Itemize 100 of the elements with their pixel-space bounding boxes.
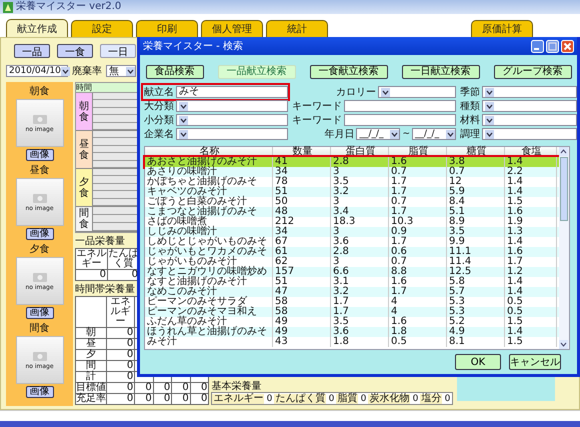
dropdown[interactable] (378, 86, 456, 98)
meal-time-rows (93, 131, 137, 168)
date-dropdown[interactable]: __/_/_ (412, 128, 456, 140)
dropdown[interactable] (482, 114, 577, 126)
field-label: カロリー (336, 86, 376, 99)
table-cell: 0.7 (389, 167, 447, 177)
table-cell: 1.2 (505, 267, 557, 277)
tab[interactable]: 献立作成 (6, 19, 68, 37)
image-icon (32, 272, 46, 282)
nutrient-value: 0 (266, 394, 274, 404)
table-cell: 0 (106, 372, 135, 382)
table-cell: 1.7 (389, 187, 447, 197)
dialog-button[interactable]: キャンセル (509, 354, 561, 370)
table-cell: 0 (153, 394, 172, 404)
input-field[interactable]: みそ (176, 86, 288, 98)
table-row[interactable]: なめこのみそ汁 47 3.2 1.7 5.7 1.4 (145, 287, 559, 297)
table-cell: 0.7 (447, 167, 505, 177)
table-cell: 0 (190, 394, 209, 404)
waste-label: 廃棄率 (72, 64, 102, 78)
search-tab[interactable]: グループ検索 (494, 65, 572, 79)
table-cell: 2.2 (505, 167, 557, 177)
table-cell: 5.3 (447, 307, 505, 317)
input-field[interactable] (344, 114, 456, 126)
image-button[interactable]: 画像 (26, 149, 54, 161)
maximize-icon[interactable] (546, 40, 559, 52)
close-icon[interactable] (561, 40, 574, 52)
scrollbar[interactable] (559, 147, 569, 349)
row-label: 昼 (76, 338, 106, 350)
column-header: エネルギー (76, 248, 108, 270)
image-icon (32, 350, 46, 360)
table-cell: 34 (273, 227, 331, 237)
dropdown[interactable] (176, 128, 288, 140)
tab[interactable]: 個人管理 (201, 20, 263, 37)
table-cell: 8.1 (447, 337, 505, 347)
tab[interactable]: 印刷 (136, 20, 198, 37)
caret-icon (381, 88, 390, 96)
input-field[interactable] (344, 100, 456, 112)
table-cell: 4 (389, 307, 447, 317)
table-cell: 1.3 (505, 227, 557, 237)
table-row[interactable]: あさりの味噌汁 34 3 0.7 0.7 2.2 (145, 167, 559, 177)
dropdown[interactable] (176, 114, 288, 126)
field-label: 季節 (460, 86, 480, 99)
table-cell: 1.7 (389, 207, 447, 217)
image-button[interactable]: 画像 (26, 307, 54, 319)
tab[interactable]: 原価計算 (471, 20, 533, 37)
dropdown[interactable] (176, 100, 288, 112)
scroll-up-icon[interactable] (559, 147, 568, 156)
minimize-icon[interactable] (531, 40, 544, 52)
table-cell: ピーマンのみそマヨ和え (145, 307, 273, 317)
app-icon (3, 2, 13, 12)
mode-button[interactable]: 一日 (100, 44, 136, 58)
scroll-thumb[interactable] (560, 157, 568, 221)
dialog-button[interactable]: OK (455, 354, 501, 370)
table-cell: なすとニガウリの味噌炒め (145, 267, 273, 277)
table-cell: 1.6 (505, 207, 557, 217)
table-cell: 0 (134, 394, 154, 404)
dropdown[interactable] (482, 86, 577, 98)
column-header: エネルギー (106, 296, 135, 328)
search-tab[interactable]: 一品献立検索 (218, 65, 296, 79)
image-button[interactable]: 画像 (26, 228, 54, 240)
table-row[interactable]: ピーマンのみそマヨ和え 58 1.7 4 5.3 0.5 (145, 307, 559, 317)
table-cell: みそ汁 (145, 337, 273, 347)
meal-label: 昼食 (30, 165, 50, 176)
table-row[interactable]: キャベツのみそ汁 51 3.2 1.7 5.9 1.4 (145, 187, 559, 197)
mode-button[interactable]: 一品 (14, 44, 50, 58)
table-row[interactable]: みそ汁 43 1.8 0.5 8.1 1.5 (145, 337, 559, 347)
row-label: 計 (76, 372, 106, 382)
tab[interactable]: 統計 (266, 20, 328, 37)
table-row[interactable]: こまつなと油揚げのみそ 48 3.4 1.7 5.1 1.6 (145, 207, 559, 217)
date-dropdown[interactable]: __/_/_ (356, 128, 400, 140)
dialog-title: 栄養マイスター - 検索 (143, 40, 243, 53)
waste-dropdown[interactable]: 無 (106, 65, 136, 77)
scroll-down-icon[interactable] (559, 340, 568, 349)
search-tab[interactable]: 食品検索 (146, 65, 204, 79)
table-row[interactable]: なすとニガウリの味噌炒め 157 6.6 8.8 12.5 1.2 (145, 267, 559, 277)
table-cell: こまつなと油揚げのみそ (145, 207, 273, 217)
table-cell: キャベツのみそ汁 (145, 187, 273, 197)
table-cell: 1.4 (505, 327, 557, 337)
image-icon (32, 114, 46, 124)
row-label: 目標値 (76, 382, 106, 394)
tab[interactable]: 設定 (71, 20, 133, 37)
date-dropdown[interactable]: 2010/04/10 (6, 65, 68, 77)
section-title: 時間帯栄養量 (75, 284, 135, 296)
table-row[interactable]: しじみの味噌汁 34 3 0.9 3.5 1.3 (145, 227, 559, 237)
image-button[interactable]: 画像 (26, 386, 54, 398)
caret-icon (446, 130, 455, 138)
table-cell: 3.6 (331, 327, 389, 337)
table-cell: 61 (273, 247, 331, 257)
search-tab[interactable]: 一日献立検索 (402, 65, 480, 79)
table-row[interactable]: じゃがいもとワカメのみそ 61 2.8 0.6 11.1 1.6 (145, 247, 559, 257)
nutrient-label: 塩分 (420, 394, 442, 404)
table-cell: ほうれん草と油揚げのみそ (145, 327, 273, 337)
search-tab[interactable]: 一食献立検索 (310, 65, 388, 79)
meal-label: 間食 (30, 323, 50, 334)
row-label: 充足率 (76, 394, 106, 404)
dropdown[interactable] (482, 100, 577, 112)
table-row[interactable]: ほうれん草と油揚げのみそ 49 3.6 1.8 4.9 1.4 (145, 327, 559, 337)
mode-button[interactable]: 一食 (57, 44, 93, 58)
dropdown[interactable] (482, 128, 577, 140)
field-label: 年月日 (324, 128, 354, 141)
